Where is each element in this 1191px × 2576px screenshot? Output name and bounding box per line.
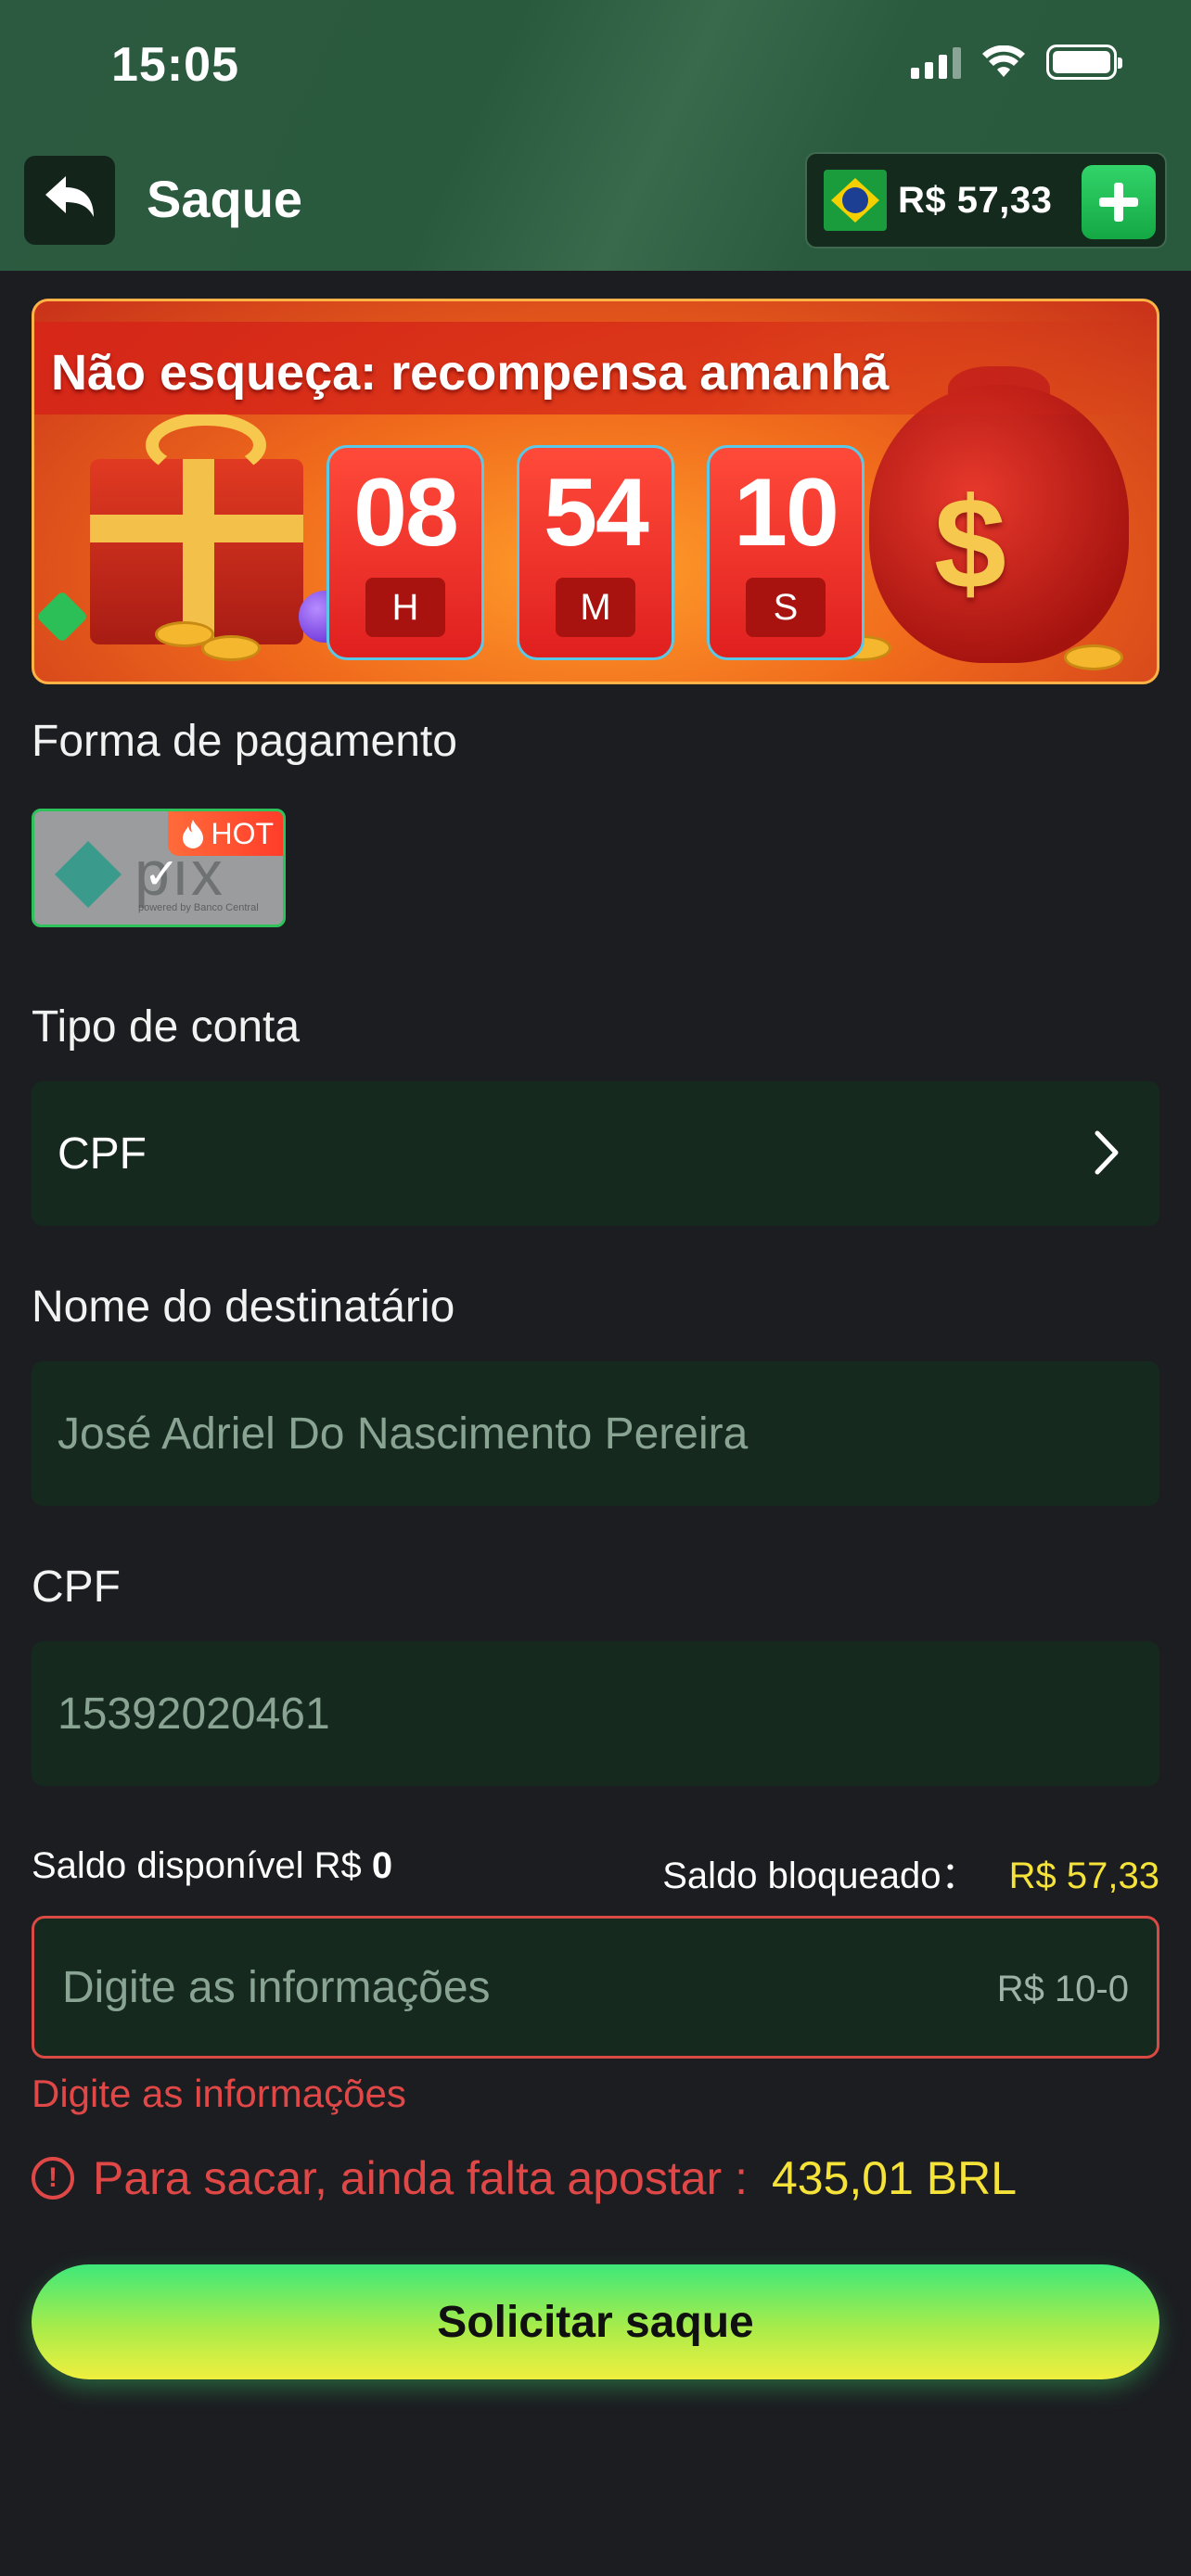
- status-icons: [911, 45, 1122, 80]
- payment-option-pix[interactable]: pix powered by Banco Central ✓ HOT: [32, 809, 286, 927]
- wagering-warning-message: Para sacar, ainda falta apostar :: [93, 2152, 748, 2204]
- check-icon: ✓: [144, 849, 180, 898]
- banner-title: Não esqueça: recompensa amanhã: [51, 345, 890, 401]
- blocked-balance-label: Saldo bloqueado：: [662, 1855, 979, 1896]
- wagering-warning-amount: 435,01 BRL: [771, 2152, 1018, 2204]
- battery-icon: [1046, 45, 1122, 80]
- available-balance-label: Saldo disponível R$: [32, 1845, 362, 1886]
- cpf-label: CPF: [32, 1562, 121, 1612]
- alert-circle-icon: !: [32, 2157, 74, 2200]
- chevron-right-icon: [1095, 1130, 1119, 1175]
- account-type-value: CPF: [58, 1129, 147, 1179]
- request-withdrawal-button[interactable]: Solicitar saque: [32, 2264, 1159, 2379]
- page-title: Saque: [147, 170, 303, 228]
- withdraw-amount-placeholder: Digite as informações: [62, 1962, 491, 2012]
- hot-badge: HOT: [168, 811, 283, 856]
- status-time: 15:05: [111, 38, 239, 92]
- countdown-seconds-value: 10: [734, 459, 839, 567]
- app-header: 15:05 Saque R$ 57,33: [0, 0, 1191, 271]
- cpf-value: 15392020461: [58, 1689, 330, 1739]
- back-arrow-icon: [45, 176, 94, 217]
- gift-bow-illustration: [146, 413, 266, 478]
- available-balance-value: 0: [371, 1845, 393, 1886]
- brazil-flag-icon: [824, 170, 887, 231]
- wagering-warning: ! Para sacar, ainda falta apostar : 435,…: [32, 2151, 1017, 2205]
- pix-logo-subtitle: powered by Banco Central: [138, 902, 259, 913]
- plus-icon: [1099, 183, 1138, 222]
- amount-error-text: Digite as informações: [32, 2072, 406, 2115]
- recipient-name-field[interactable]: José Adriel Do Nascimento Pereira: [32, 1361, 1159, 1506]
- countdown-seconds-unit: S: [746, 578, 826, 637]
- deposit-plus-button[interactable]: [1082, 165, 1156, 239]
- payment-method-label: Forma de pagamento: [32, 717, 457, 766]
- leaf-illustration: [35, 590, 89, 644]
- wifi-icon: [982, 45, 1025, 77]
- balances-row: Saldo disponível R$ 0 Saldo bloqueado： R…: [32, 1845, 1159, 1896]
- available-balance: Saldo disponível R$ 0: [32, 1845, 392, 1887]
- countdown-minutes-value: 54: [544, 459, 649, 567]
- account-type-select[interactable]: CPF: [32, 1081, 1159, 1226]
- fire-icon: [183, 820, 204, 848]
- balance-chip[interactable]: R$ 57,33: [805, 152, 1167, 249]
- header-balance: R$ 57,33: [898, 179, 1053, 221]
- recipient-name-label: Nome do destinatário: [32, 1282, 455, 1332]
- hot-badge-label: HOT: [211, 816, 274, 850]
- countdown-hours-unit: H: [365, 578, 445, 637]
- blocked-balance: Saldo bloqueado： R$ 57,33: [662, 1845, 1159, 1899]
- dollar-sign-illustration: $: [934, 470, 1006, 616]
- pix-logo-icon: [55, 841, 122, 908]
- account-type-label: Tipo de conta: [32, 1002, 301, 1052]
- back-button[interactable]: [24, 156, 115, 245]
- coin-illustration: [201, 635, 261, 661]
- blocked-balance-value: R$ 57,33: [1008, 1855, 1159, 1896]
- signal-icon: [911, 45, 961, 79]
- withdraw-amount-input[interactable]: Digite as informações R$ 10-0: [32, 1916, 1159, 2059]
- withdraw-amount-range: R$ 10-0: [996, 1969, 1129, 2009]
- coin-illustration: [1064, 644, 1123, 670]
- recipient-name-value: José Adriel Do Nascimento Pereira: [58, 1409, 749, 1459]
- countdown-hours: 08 H: [327, 445, 484, 660]
- countdown-minutes-unit: M: [556, 578, 635, 637]
- cpf-field[interactable]: 15392020461: [32, 1641, 1159, 1786]
- countdown-seconds: 10 S: [707, 445, 864, 660]
- countdown-minutes: 54 M: [517, 445, 674, 660]
- countdown-hours-value: 08: [353, 459, 459, 567]
- gift-box-illustration: [90, 459, 303, 644]
